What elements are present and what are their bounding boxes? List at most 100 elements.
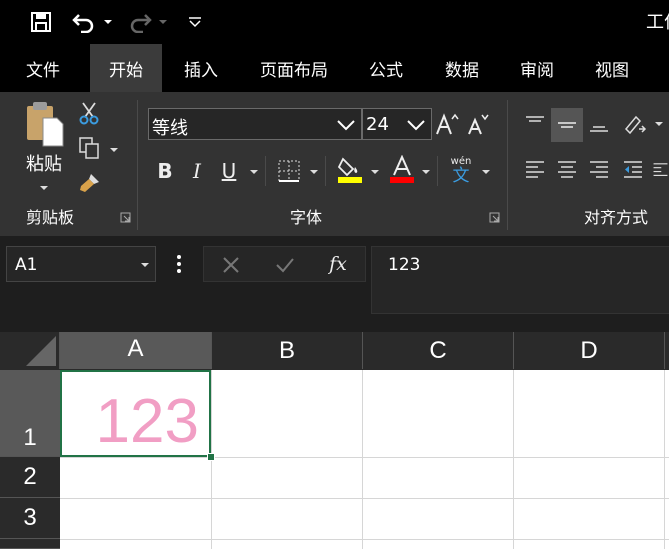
insert-function-button[interactable]: fx	[322, 251, 354, 277]
divider	[265, 156, 266, 186]
align-center-button[interactable]	[552, 154, 582, 186]
gridline	[60, 539, 669, 540]
fill-color-button[interactable]	[336, 154, 364, 184]
name-box-value: A1	[15, 255, 38, 275]
save-button[interactable]	[26, 0, 56, 44]
grow-font-icon	[436, 113, 459, 135]
tab-home[interactable]: 开始	[90, 44, 162, 92]
indent-icon	[653, 163, 668, 176]
phonetic-dropdown-icon[interactable]	[482, 170, 490, 174]
row-header-2[interactable]: 2	[0, 457, 60, 498]
font-size-combo[interactable]: 24	[362, 108, 432, 140]
cut-button[interactable]	[76, 100, 102, 126]
group-separator	[137, 100, 138, 230]
font-name-value: 等线	[152, 118, 188, 139]
more-options-icon[interactable]	[176, 254, 182, 274]
column-header-B[interactable]: B	[212, 332, 363, 369]
column-header-A[interactable]: A	[60, 332, 212, 369]
align-bottom-icon	[590, 126, 608, 132]
borders-button[interactable]	[276, 158, 302, 184]
phonetic-bottom-text: 文	[452, 165, 470, 186]
bottom-align-button[interactable]	[584, 108, 614, 140]
decrease-indent-button[interactable]	[618, 154, 648, 186]
font-color-dropdown-icon[interactable]	[422, 170, 430, 174]
column-header-D[interactable]: D	[514, 332, 665, 369]
orientation-button[interactable]	[620, 108, 650, 140]
formula-input[interactable]: 123	[371, 246, 669, 314]
align-right-button[interactable]	[584, 154, 614, 186]
ribbon: 粘贴 剪贴板 等线 24 B I U wén 文 字体 对齐方式	[0, 92, 669, 237]
chevron-down-icon[interactable]	[141, 263, 149, 267]
window-title: 工作	[646, 12, 669, 33]
middle-align-button[interactable]	[551, 108, 583, 142]
select-all-icon	[26, 336, 56, 366]
italic-button[interactable]: I	[184, 156, 210, 186]
dialog-launcher-icon[interactable]	[120, 212, 131, 223]
formula-bar: A1 fx 123	[0, 236, 669, 332]
orientation-dropdown-icon[interactable]	[655, 122, 663, 126]
select-all-button[interactable]	[0, 332, 60, 369]
formula-value: 123	[388, 255, 421, 275]
tab-formulas[interactable]: 公式	[354, 44, 418, 92]
format-painter-button[interactable]	[76, 170, 102, 196]
paint-bucket-icon	[337, 157, 362, 183]
redo-button[interactable]	[124, 0, 156, 44]
tab-data[interactable]: 数据	[430, 44, 494, 92]
font-color-button[interactable]	[388, 154, 416, 184]
tab-insert[interactable]: 插入	[168, 44, 234, 92]
dialog-launcher-icon[interactable]	[489, 212, 500, 223]
align-center-icon	[558, 161, 576, 178]
undo-dropdown[interactable]	[102, 0, 114, 44]
underline-button[interactable]: U	[216, 156, 242, 186]
font-name-combo[interactable]: 等线	[148, 108, 362, 140]
formula-buttons: fx	[203, 246, 366, 282]
customize-icon	[189, 17, 201, 28]
paste-button[interactable]: 粘贴	[18, 100, 70, 196]
copy-button[interactable]	[76, 134, 102, 162]
paste-icon	[27, 102, 64, 147]
row-header-1[interactable]: 1	[0, 370, 60, 457]
customize-qat-button[interactable]	[184, 0, 206, 44]
bold-button[interactable]: B	[152, 156, 178, 186]
divider	[437, 156, 438, 186]
column-header-C[interactable]: C	[363, 332, 514, 369]
decrease-font-size-button[interactable]	[464, 110, 490, 138]
tab-file[interactable]: 文件	[12, 44, 74, 92]
increase-font-size-button[interactable]	[434, 110, 460, 138]
cell-A1[interactable]: 123	[60, 370, 211, 457]
align-top-icon	[526, 116, 544, 122]
chevron-down-icon	[40, 186, 48, 190]
increase-indent-button[interactable]	[652, 154, 669, 186]
row-header-4[interactable]	[0, 539, 60, 549]
phonetic-top-text: wén	[450, 155, 472, 167]
undo-button[interactable]	[68, 0, 100, 44]
borders-dropdown-icon[interactable]	[310, 170, 318, 174]
align-left-button[interactable]	[520, 154, 550, 186]
save-icon	[31, 12, 51, 32]
font-group-label: 字体	[290, 208, 323, 227]
top-align-button[interactable]	[520, 108, 550, 140]
fill-handle[interactable]	[207, 453, 215, 461]
underline-dropdown-icon[interactable]	[250, 170, 258, 174]
tab-page-layout[interactable]: 页面布局	[248, 44, 340, 92]
group-separator	[507, 100, 508, 230]
fill-color-dropdown-icon[interactable]	[371, 170, 379, 174]
row-header-3[interactable]: 3	[0, 498, 60, 539]
tab-view[interactable]: 视图	[580, 44, 644, 92]
alignment-group-label: 对齐方式	[584, 208, 649, 227]
font-color-icon	[390, 155, 414, 183]
name-box[interactable]: A1	[6, 246, 156, 282]
phonetic-guide-button[interactable]: wén 文	[446, 154, 476, 186]
tab-review[interactable]: 审阅	[504, 44, 570, 92]
clipboard-group-label: 剪贴板	[26, 208, 75, 227]
brush-icon	[80, 174, 99, 192]
redo-dropdown[interactable]	[157, 0, 169, 44]
column-headers: A B C D	[0, 332, 669, 370]
font-size-value: 24	[366, 114, 389, 135]
copy-dropdown-icon[interactable]	[110, 148, 118, 152]
redo-icon	[130, 14, 152, 33]
cell-grid[interactable]: 123	[60, 370, 669, 549]
cancel-button[interactable]	[218, 253, 244, 277]
enter-button[interactable]	[272, 253, 298, 277]
paste-label: 粘贴	[26, 154, 62, 175]
